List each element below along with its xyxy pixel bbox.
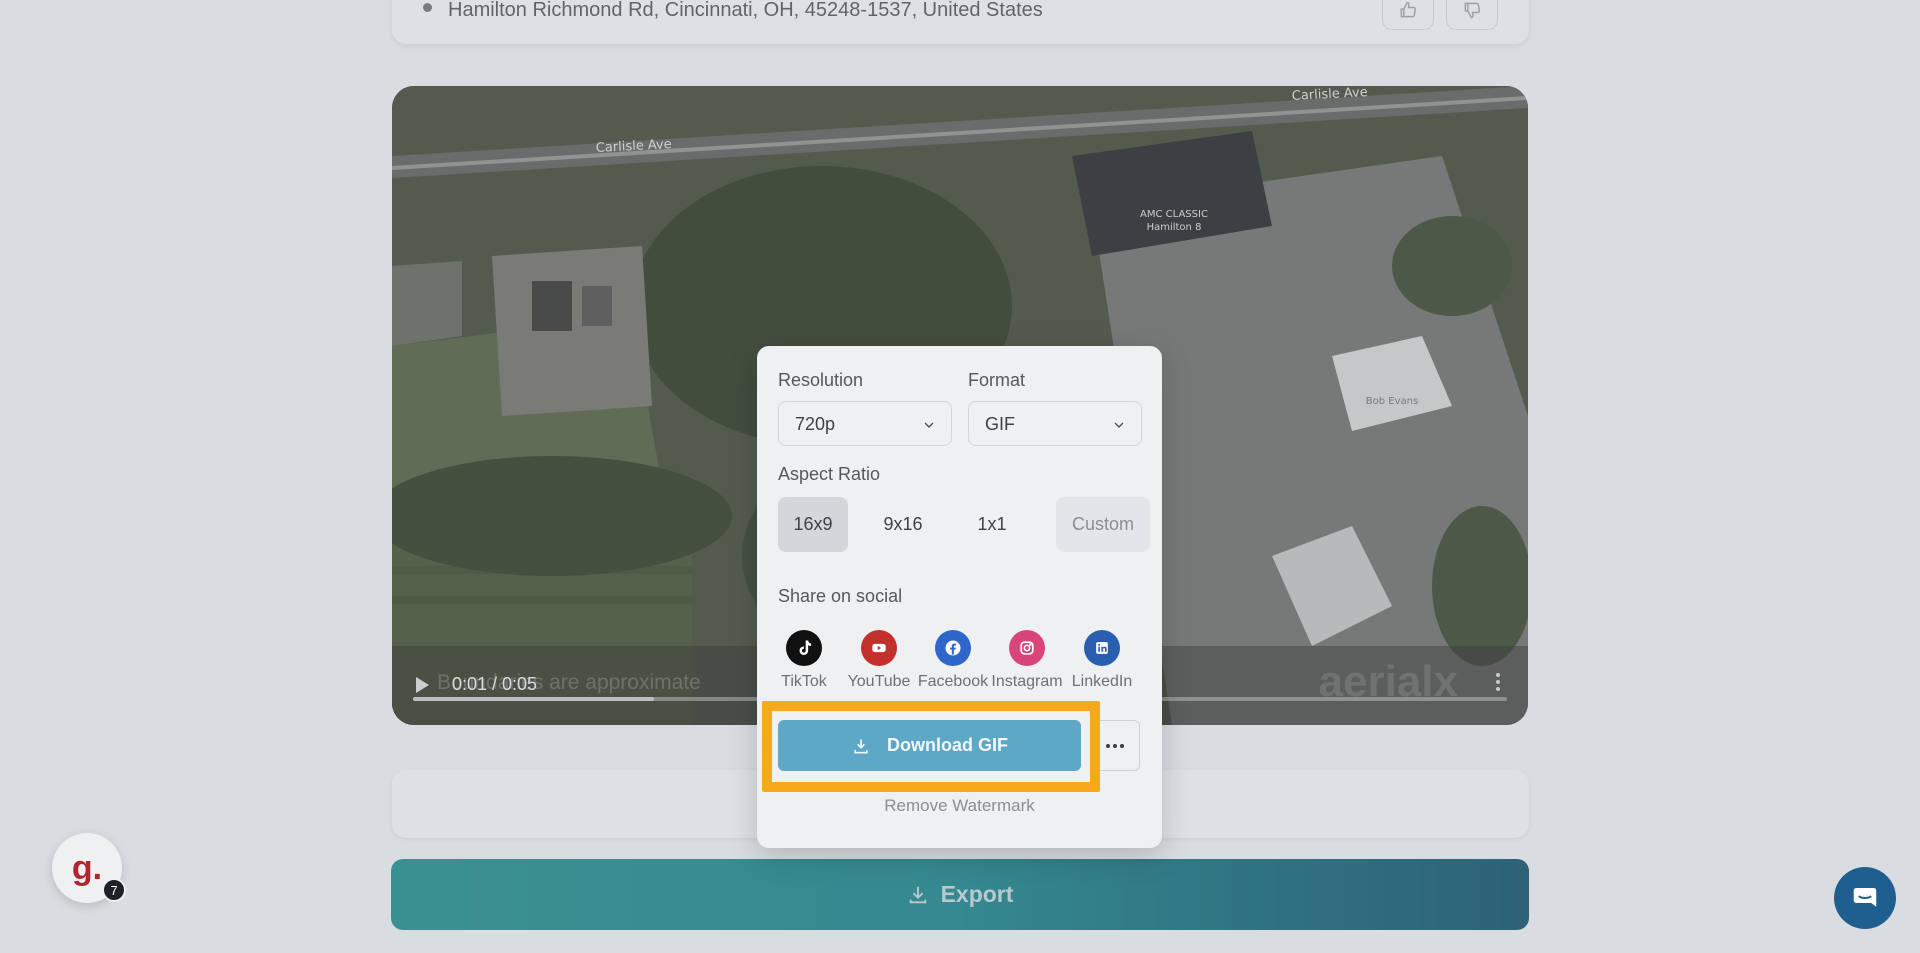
tiktok-label: TikTok	[781, 673, 827, 690]
play-icon[interactable]	[416, 677, 429, 693]
thumbs-up-button[interactable]	[1382, 0, 1434, 30]
export-button[interactable]: Export	[391, 859, 1529, 930]
export-popup: Resolution 720p Format GIF Aspect Ratio …	[757, 346, 1162, 848]
aspect-9x16-button[interactable]: 9x16	[868, 497, 938, 552]
format-select[interactable]: GIF	[968, 401, 1142, 446]
linkedin-label: LinkedIn	[1071, 673, 1133, 690]
map-label-cinema-1: AMC CLASSIC	[1140, 209, 1208, 220]
download-gif-label: Download GIF	[887, 735, 1008, 755]
resolution-select[interactable]: 720p	[778, 401, 952, 446]
share-label: Share on social	[778, 586, 903, 606]
g-logo-letter: g.	[71, 848, 103, 887]
download-gif-button[interactable]: Download GIF	[778, 720, 1081, 771]
map-label-cinema-2: Hamilton 8	[1147, 222, 1202, 233]
video-time: 0:01 / 0:05	[452, 674, 538, 694]
chat-button[interactable]	[1834, 867, 1896, 929]
instagram-icon	[1009, 630, 1045, 666]
map-label-restaurant: Bob Evans	[1366, 396, 1418, 407]
youtube-label: YouTube	[847, 673, 911, 690]
video-progress-fill	[413, 697, 654, 701]
aspect-16x9-button[interactable]: 16x9	[778, 497, 848, 552]
share-instagram-button[interactable]: Instagram	[990, 630, 1064, 691]
download-icon	[909, 886, 926, 903]
tiktok-icon	[786, 630, 822, 666]
share-youtube-button[interactable]: YouTube	[842, 630, 916, 691]
resolution-value: 720p	[795, 414, 836, 434]
remove-watermark-link[interactable]: Remove Watermark	[757, 796, 1162, 816]
share-linkedin-button[interactable]: LinkedIn	[1065, 630, 1139, 691]
thumbs-down-icon	[1464, 2, 1481, 19]
address-text: Hamilton Richmond Rd, Cincinnati, OH, 45…	[448, 0, 1043, 21]
aspect-ratio-label: Aspect Ratio	[778, 464, 881, 484]
chat-icon	[1853, 888, 1877, 907]
format-label: Format	[968, 370, 1026, 390]
linkedin-icon	[1084, 630, 1120, 666]
bullet-dot	[423, 3, 432, 12]
share-facebook-button[interactable]: Facebook	[916, 630, 990, 691]
download-icon	[854, 738, 868, 753]
page: Hamilton Richmond Rd, Cincinnati, OH, 45…	[0, 0, 1920, 953]
instagram-label: Instagram	[991, 673, 1063, 690]
thumbs-up-icon	[1400, 1, 1417, 18]
format-value: GIF	[985, 414, 1015, 434]
share-tiktok-button[interactable]: TikTok	[767, 630, 841, 691]
aspect-1x1-button[interactable]: 1x1	[957, 497, 1027, 552]
youtube-icon	[861, 630, 897, 666]
thumbs-down-button[interactable]	[1446, 0, 1498, 30]
resolution-label: Resolution	[778, 370, 864, 390]
video-more-icon[interactable]	[1496, 673, 1502, 691]
chevron-down-icon	[1114, 422, 1124, 428]
facebook-label: Facebook	[917, 673, 989, 690]
notification-count-badge: 7	[102, 878, 126, 902]
address-card: Hamilton Richmond Rd, Cincinnati, OH, 45…	[392, 0, 1529, 44]
facebook-icon	[935, 630, 971, 666]
export-label: Export	[940, 881, 1014, 907]
chevron-down-icon	[924, 422, 934, 428]
more-options-button[interactable]	[1090, 720, 1140, 771]
aspect-custom-button[interactable]: Custom	[1056, 497, 1150, 552]
